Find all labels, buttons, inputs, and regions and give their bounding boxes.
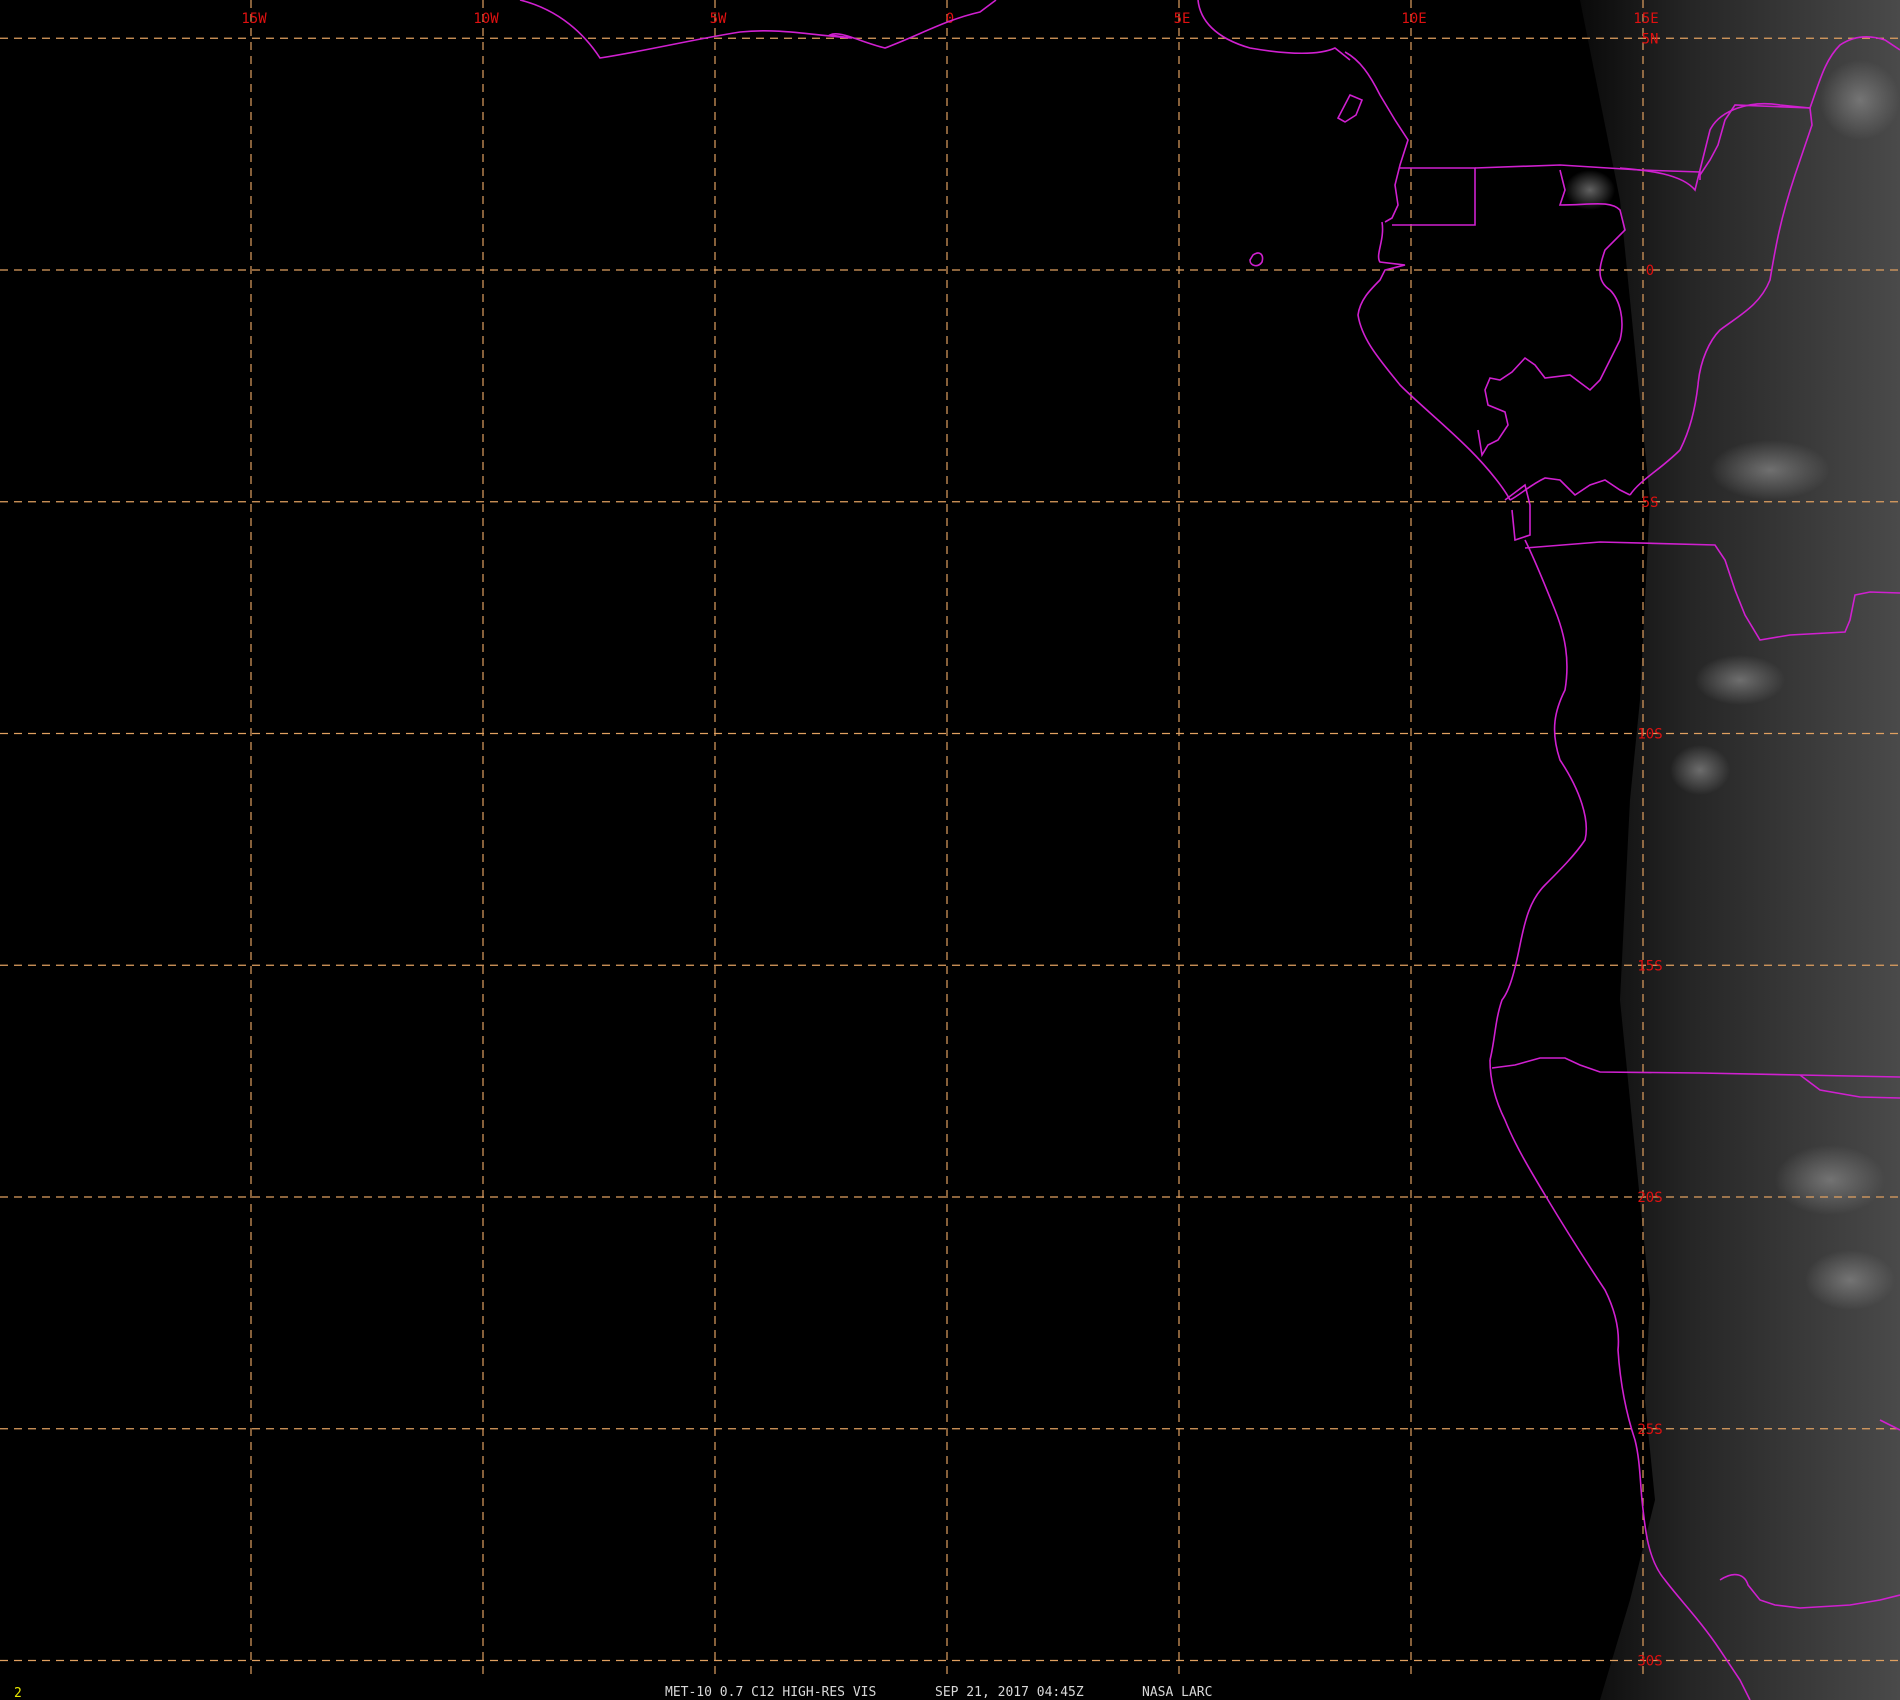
imagery-daylight-region xyxy=(1565,0,1900,1700)
angola-coast-north xyxy=(1489,539,1588,1061)
latitude-label: 20S xyxy=(1637,1190,1662,1206)
image-datetime: SEP 21, 2017 04:45Z xyxy=(935,1685,1084,1700)
latitude-label: 30S xyxy=(1637,1654,1662,1670)
longitude-label: 0 xyxy=(946,11,954,27)
cabinda xyxy=(1504,483,1531,542)
data-source: NASA LARC xyxy=(1142,1685,1212,1700)
latitude-label: 0 xyxy=(1646,263,1654,279)
longitude-label: 15W xyxy=(241,11,267,27)
gabon-coast xyxy=(1357,221,1511,501)
longitude-label: 10W xyxy=(473,11,499,27)
principe-island xyxy=(1249,252,1264,267)
longitude-label: 5E xyxy=(1174,11,1191,27)
lat-lon-labels: 15W 10W 5W 0 5E 10E 15E 5N 0 5S 10S 15S 20S 25S 30S xyxy=(241,11,1662,1670)
frame-number: 2 xyxy=(14,1686,22,1700)
latitude-label: 25S xyxy=(1637,1422,1662,1438)
satellite-map: 15W 10W 5W 0 5E 10E 15E5N05S10S15S20S25S30S 2 … xyxy=(0,0,1900,1700)
longitude-label: 5W xyxy=(710,11,727,27)
latitude-label: 10S xyxy=(1637,727,1662,743)
longitude-label: 15E xyxy=(1633,11,1658,27)
latitude-label: 5S xyxy=(1642,495,1659,511)
gabon-congo-border xyxy=(1477,169,1626,458)
cameroon-coast xyxy=(1344,51,1409,223)
lat-lon-grid xyxy=(0,0,1900,1680)
latitude-label: 5N xyxy=(1642,31,1659,47)
bioko-island xyxy=(1336,93,1364,123)
product-name: MET-10 0.7 C12 HIGH-RES VIS xyxy=(665,1685,876,1700)
gulf-guinea-coast xyxy=(1197,0,1351,61)
eq-guinea-border xyxy=(1392,167,1476,226)
longitude-label: 10E xyxy=(1401,11,1426,27)
latitude-label: 15S xyxy=(1637,958,1662,974)
west-africa-coastline xyxy=(519,0,997,59)
